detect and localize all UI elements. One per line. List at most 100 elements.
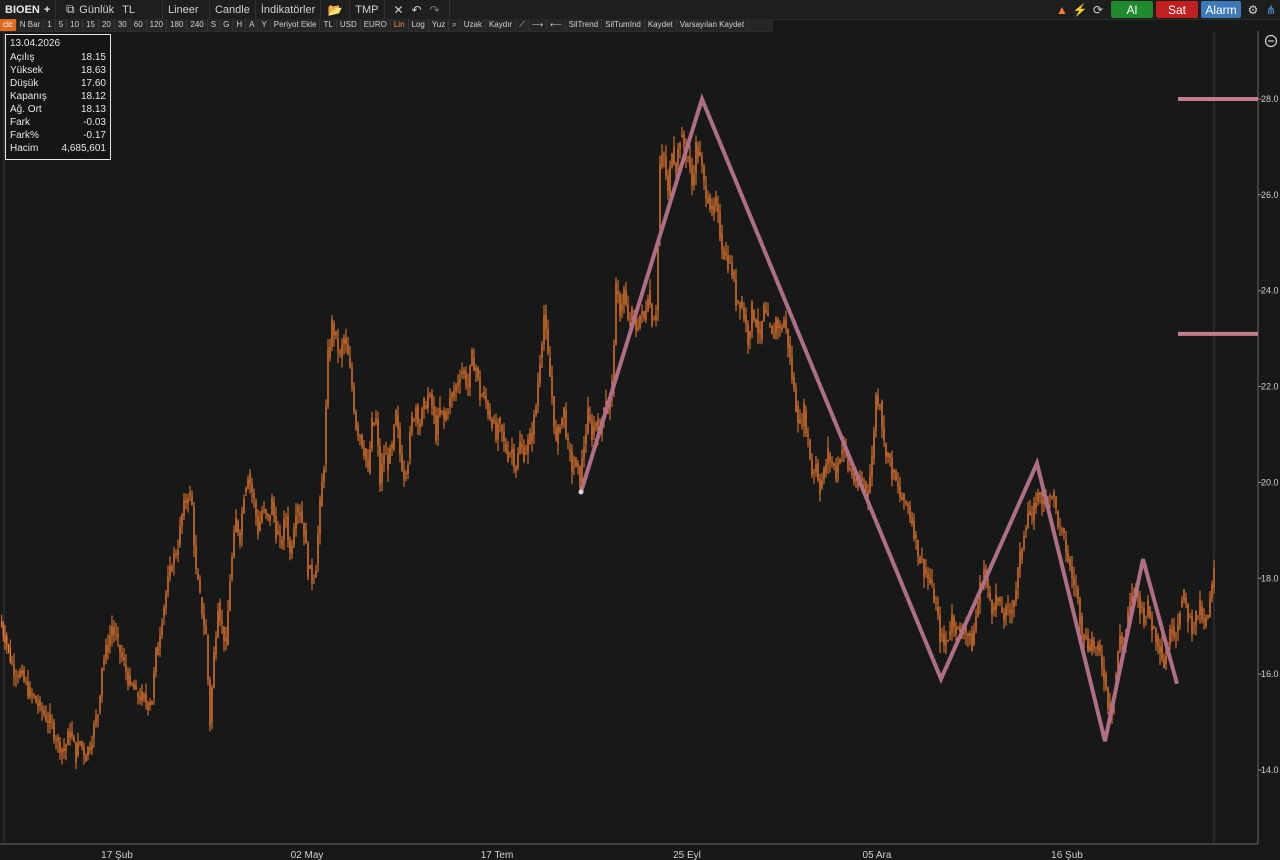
toolbar2-item[interactable]: Periyot Ekle — [271, 19, 321, 31]
buy-button[interactable]: Al — [1111, 1, 1153, 18]
toolbar2-item[interactable]: Uzak — [461, 19, 486, 31]
trendline-icon[interactable]: ⟋ — [516, 19, 529, 31]
sell-button[interactable]: Sat — [1156, 1, 1198, 18]
period-selector[interactable]: ⧉ Günlük TL — [56, 0, 163, 19]
toolbar2-item[interactable]: TL — [320, 19, 337, 31]
toolbar2-item[interactable]: G — [220, 19, 234, 31]
candle-body — [583, 446, 585, 459]
candle-body — [727, 255, 729, 270]
toolbar2-item[interactable]: 20 — [99, 19, 115, 31]
external-link-icon[interactable]: ⧉ — [63, 2, 77, 17]
candle-body — [371, 418, 373, 449]
toolbar2-item[interactable]: A — [246, 19, 259, 31]
candle-body — [425, 405, 427, 409]
alarm-button[interactable]: Alarm — [1201, 1, 1241, 18]
symbol-selector[interactable]: BIOEN + — [0, 0, 57, 19]
info-value: 4,685,601 — [61, 143, 107, 154]
add-symbol-icon[interactable]: + — [44, 4, 50, 16]
candle-body — [1021, 548, 1023, 560]
candle-body — [1033, 503, 1035, 521]
price-chart[interactable]: 14.0 16.0 18.0 20.0 22.0 24.0 26.0 28.0 17 Şub 0… — [0, 31, 1280, 860]
undo-icon[interactable]: ↶ — [410, 3, 424, 17]
horizontal-line-icon[interactable]: ⟵ — [547, 19, 566, 31]
edit-tools: ✕ ↶ ↷ — [385, 0, 450, 19]
folder-icon[interactable]: 📂 — [328, 3, 343, 17]
toolbar2-item[interactable]: S — [208, 19, 221, 31]
candle-body — [1097, 644, 1099, 651]
candle-body — [31, 693, 33, 695]
currency-label[interactable]: TL — [122, 4, 135, 16]
scale-selector[interactable]: Lineer — [163, 0, 210, 19]
candle-body — [1193, 626, 1195, 628]
candle-body — [473, 357, 475, 371]
candle-body — [851, 470, 853, 475]
candle-body — [333, 324, 335, 336]
candle-body — [143, 694, 145, 699]
candle-body — [195, 545, 197, 570]
info-value: 18.15 — [80, 52, 106, 63]
candle-body — [1103, 668, 1105, 681]
candle-body — [33, 694, 35, 697]
toolbar2-item[interactable]: Lin — [391, 19, 409, 31]
toolbar2-item[interactable]: Y — [258, 19, 271, 31]
indicators-button[interactable]: İndikatörler — [256, 0, 322, 19]
toolbar2-item[interactable]: Yuz — [429, 19, 450, 31]
delete-drawing-icon[interactable]: ✕ — [392, 3, 406, 17]
info-row-wavg: Ağ. Ort 18.13 — [10, 103, 106, 116]
lightning-icon[interactable]: ⚡ — [1073, 3, 1088, 17]
toolbar2-item[interactable]: 10 — [67, 19, 84, 31]
candle-body — [115, 634, 117, 636]
toolbar2-item[interactable]: 120 — [147, 19, 168, 31]
toolbar2-item[interactable]: 5 — [56, 19, 68, 31]
period-toolbar-first[interactable]: clc — [0, 19, 17, 31]
x-tick-label: 02 May — [291, 850, 324, 860]
candle-body — [923, 559, 925, 577]
candle-body — [513, 448, 515, 467]
chart-type-selector[interactable]: Candle — [210, 0, 256, 19]
toolbar2-item[interactable]: H — [233, 19, 247, 31]
candle-body — [593, 426, 595, 435]
toolbar2-item[interactable]: Kaydet — [645, 19, 677, 31]
candle-body — [271, 497, 273, 515]
candle-body — [415, 407, 417, 420]
toolbar2-item[interactable]: 15 — [83, 19, 99, 31]
ray-icon[interactable]: ⟶ — [529, 19, 548, 31]
candle-body — [901, 496, 903, 501]
zigzag-anchor[interactable] — [578, 489, 584, 495]
zoom-icon[interactable]: ⌕ — [449, 19, 461, 31]
candle-body — [1213, 568, 1215, 588]
fire-icon[interactable]: ▲ — [1055, 3, 1069, 17]
candle-body — [97, 714, 99, 717]
toolbar2-item[interactable]: USD — [337, 19, 361, 31]
candle-body — [1161, 645, 1163, 659]
toolbar2-item[interactable]: N Bar — [17, 19, 45, 31]
toolbar2-item[interactable]: SilTrend — [566, 19, 603, 31]
toolbar2-item[interactable]: Varsayılan Kaydet — [677, 19, 749, 31]
redo-icon[interactable]: ↷ — [428, 3, 442, 17]
toolbar2-item[interactable]: Log — [409, 19, 429, 31]
toolbar2-item[interactable]: Kaydır — [486, 19, 517, 31]
toolbar2-item[interactable]: 240 — [187, 19, 208, 31]
candle-body — [123, 657, 125, 661]
candle-body — [341, 344, 343, 358]
refresh-icon[interactable]: ⟳ — [1091, 3, 1105, 17]
candle-body — [807, 433, 809, 437]
candle-body — [1081, 616, 1083, 634]
candle-body — [105, 644, 107, 660]
candle-body — [47, 720, 49, 724]
x-tick-label: 17 Tem — [481, 850, 514, 860]
toolbar2-item[interactable]: SilTumInd — [602, 19, 645, 31]
candle-body — [501, 424, 503, 432]
tmp-button[interactable]: TMP — [350, 0, 385, 19]
candle-body — [1023, 535, 1025, 549]
candle-body — [55, 739, 57, 742]
toolbar2-item[interactable]: 180 — [167, 19, 188, 31]
toolbar2-item[interactable]: EURO — [361, 19, 391, 31]
toolbar2-item[interactable]: 1 — [44, 19, 56, 31]
gear-icon[interactable]: ⚙ — [1246, 3, 1260, 17]
candle-body — [45, 714, 47, 721]
share-icon[interactable]: ⋔ — [1264, 3, 1278, 17]
toolbar2-item[interactable]: 30 — [115, 19, 131, 31]
candle-body — [121, 652, 123, 658]
toolbar2-item[interactable]: 60 — [131, 19, 147, 31]
